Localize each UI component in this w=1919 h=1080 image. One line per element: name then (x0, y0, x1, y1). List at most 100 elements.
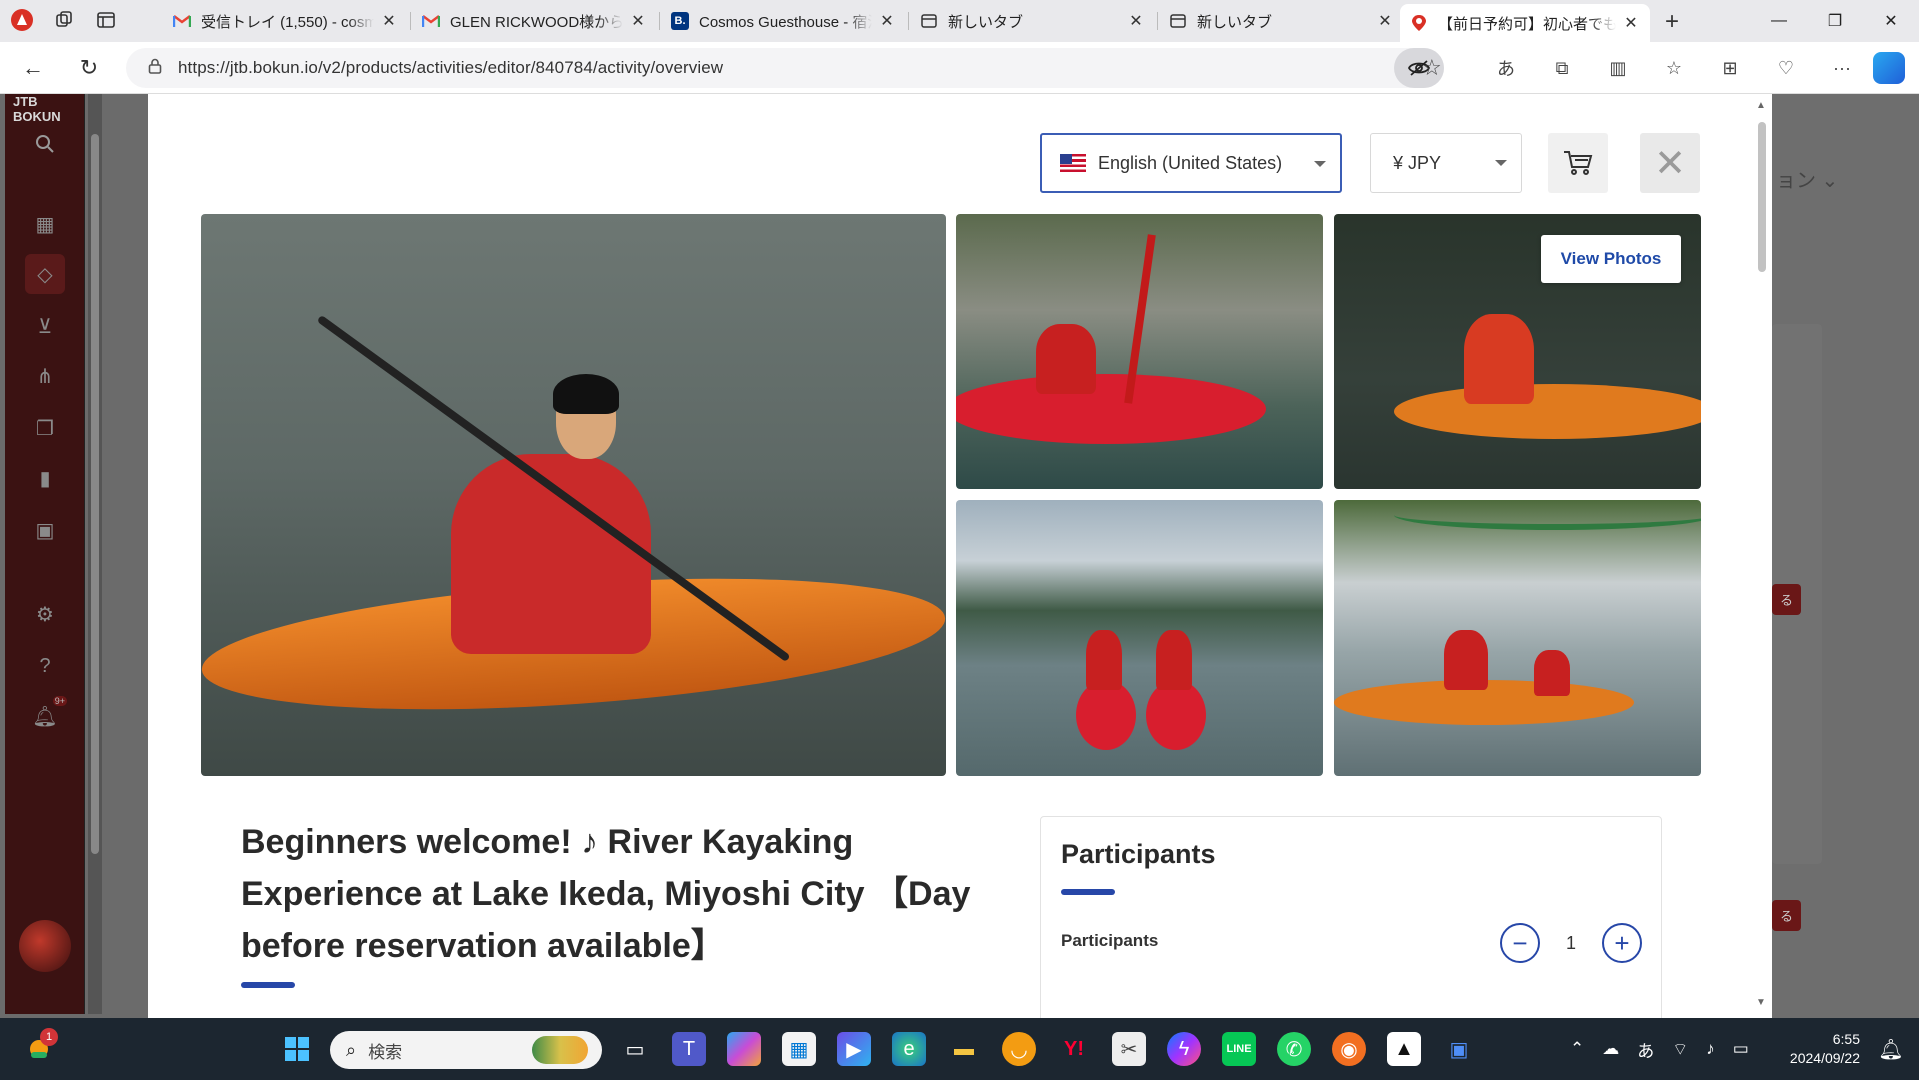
refresh-button[interactable]: ↻ (74, 53, 104, 83)
cart-button[interactable] (1548, 133, 1608, 193)
volume-icon[interactable]: ♪ (1706, 1039, 1715, 1059)
tab-actions-icon[interactable] (92, 6, 120, 34)
bell-icon[interactable]: 🔔︎ 9+ (25, 696, 67, 736)
network-status-icon[interactable]: ☁ (1602, 1039, 1619, 1059)
show-hidden-icons-icon[interactable]: ⌃ (1570, 1039, 1584, 1059)
teams-icon[interactable]: T (672, 1032, 706, 1066)
participants-label: Participants (1061, 931, 1159, 950)
currency-select[interactable]: ¥ JPY (1370, 133, 1522, 193)
url-field[interactable]: https://jtb.bokun.io/v2/products/activit… (126, 48, 1444, 88)
close-window-button[interactable]: ✕ (1863, 0, 1919, 42)
snipping-tool-icon[interactable]: ✂ (1112, 1032, 1146, 1066)
remote-desktop-icon[interactable]: ▣ (1442, 1032, 1476, 1066)
tab-title: 受信トレイ (1,550) - cosmo (201, 13, 374, 31)
cart-icon[interactable]: ⊻ (25, 306, 65, 346)
modal-scrollbar[interactable]: ▲ ▼ (1756, 100, 1768, 1008)
tab-gmail-inbox[interactable]: 受信トレイ (1,550) - cosmo ✕ (163, 4, 408, 38)
tab-new-2[interactable]: 新しいタブ ✕ (1159, 4, 1404, 38)
title-underline (241, 982, 295, 988)
chart-icon[interactable]: ▮ (25, 458, 65, 498)
avatar[interactable] (19, 920, 71, 972)
truncated-button[interactable]: る (1772, 900, 1802, 931)
tab-bokun-active[interactable]: 【前日予約可】初心者でもOK ✕ (1400, 4, 1650, 42)
tab-gmail-glen[interactable]: GLEN RICKWOOD様からメ ✕ (412, 4, 657, 38)
search-highlight-icon (532, 1036, 588, 1064)
calendar-icon[interactable]: ▦ (25, 204, 65, 244)
back-button[interactable]: ← (18, 53, 48, 83)
participants-card: Participants Participants − 1 + (1040, 816, 1662, 1018)
battery-icon[interactable]: ▭ (1733, 1039, 1749, 1059)
tab-cosmos-booking[interactable]: B. Cosmos Guesthouse - 宿泊 ✕ (661, 4, 906, 38)
extensions-icon[interactable]: ⧉ (1546, 52, 1578, 84)
truncated-button[interactable]: る (1772, 584, 1802, 615)
line-icon[interactable]: LINE (1222, 1032, 1256, 1066)
tag-icon[interactable]: ◇ (25, 254, 65, 294)
participants-stepper: − 1 + (1500, 923, 1642, 963)
us-flag-icon (1060, 154, 1086, 172)
windows-start-icon[interactable] (280, 1032, 314, 1066)
tab-title: GLEN RICKWOOD様からメ (450, 13, 623, 31)
help-icon[interactable]: ? (25, 646, 65, 686)
translate-icon[interactable]: あ (1490, 52, 1522, 84)
bokun-icon (1410, 14, 1428, 32)
close-tab-icon[interactable]: ✕ (380, 11, 398, 31)
copy-icon[interactable]: ❐ (25, 408, 65, 448)
copilot-app-icon[interactable] (727, 1032, 761, 1066)
messenger-icon[interactable]: ϟ (1167, 1032, 1201, 1066)
browser-essentials-icon[interactable]: ♡ (1770, 52, 1802, 84)
edge-icon[interactable]: e (892, 1032, 926, 1066)
close-tab-icon[interactable]: ✕ (1622, 13, 1640, 33)
view-photos-button[interactable]: View Photos (1541, 235, 1681, 283)
app-scrollbar[interactable] (88, 94, 102, 1014)
close-tab-icon[interactable]: ✕ (878, 11, 896, 31)
currency-value: ¥ JPY (1393, 152, 1442, 173)
rss-app-icon[interactable]: ◉ (1332, 1032, 1366, 1066)
media-app-icon[interactable]: ▶ (837, 1032, 871, 1066)
app-icon[interactable]: ▲ (1387, 1032, 1421, 1066)
wifi-icon[interactable]: ⌔ (1672, 1039, 1688, 1060)
minimize-button[interactable]: — (1751, 0, 1807, 42)
decrement-button[interactable]: − (1500, 923, 1540, 963)
split-screen-icon[interactable]: ▥ (1602, 52, 1634, 84)
increment-button[interactable]: + (1602, 923, 1642, 963)
product-title: Beginners welcome! ♪ River Kayaking Expe… (241, 823, 971, 965)
chat-app-icon[interactable]: ◡ (1002, 1032, 1036, 1066)
more-menu-icon[interactable]: ··· (1826, 52, 1858, 84)
share-icon[interactable]: ⋔ (25, 356, 65, 396)
ime-indicator[interactable]: あ (1637, 1037, 1654, 1062)
notification-badge: 9+ (52, 696, 67, 706)
truncated-menu-label: ョン ⌄ (1776, 170, 1839, 192)
yahoo-icon[interactable]: Y! (1057, 1032, 1091, 1066)
task-view-icon[interactable]: ▭ (618, 1032, 652, 1066)
close-modal-button[interactable]: ✕ (1640, 133, 1700, 193)
profile-icon[interactable] (8, 6, 36, 34)
settings-icon[interactable]: ⚙ (25, 594, 65, 634)
main-photo[interactable] (201, 214, 946, 776)
favorite-star-icon[interactable]: ☆ (1422, 55, 1442, 81)
file-explorer-icon[interactable]: ▬ (947, 1032, 981, 1066)
copilot-icon[interactable] (1873, 52, 1905, 84)
store-icon[interactable]: ▦ (782, 1032, 816, 1066)
favorites-icon[interactable]: ☆ (1658, 52, 1690, 84)
new-tab-button[interactable]: + (1665, 8, 1679, 36)
search-icon[interactable] (25, 124, 65, 164)
gmail-icon (422, 12, 440, 30)
collections-icon[interactable]: ⊞ (1714, 52, 1746, 84)
restore-button[interactable]: ❐ (1807, 0, 1863, 42)
close-tab-icon[interactable]: ✕ (1376, 11, 1394, 31)
dashboard-icon[interactable]: ▣ (25, 510, 65, 550)
whatsapp-icon[interactable]: ✆ (1277, 1032, 1311, 1066)
app-sidebar: JTB BOKUN ▦ ◇ ⊻ ⋔ ❐ ▮ ▣ ⚙ ? 🔔︎ 9+ (5, 94, 85, 1014)
clock-date: 2024/09/22 (1789, 1050, 1860, 1066)
photo-thumbnail-4[interactable] (1334, 500, 1701, 776)
close-tab-icon[interactable]: ✕ (1127, 11, 1145, 31)
photo-thumbnail-1[interactable] (956, 214, 1323, 489)
notification-center-icon[interactable]: 🔔︎ (1874, 1032, 1908, 1066)
language-select[interactable]: English (United States) (1040, 133, 1342, 193)
tab-new-1[interactable]: 新しいタブ ✕ (910, 4, 1155, 38)
photo-thumbnail-3[interactable] (956, 500, 1323, 776)
taskbar-search-input[interactable]: ⌕ 検索 (330, 1031, 602, 1069)
close-tab-icon[interactable]: ✕ (629, 11, 647, 31)
address-bar: ← ↻ https://jtb.bokun.io/v2/products/act… (0, 42, 1919, 94)
workspaces-icon[interactable] (50, 6, 78, 34)
